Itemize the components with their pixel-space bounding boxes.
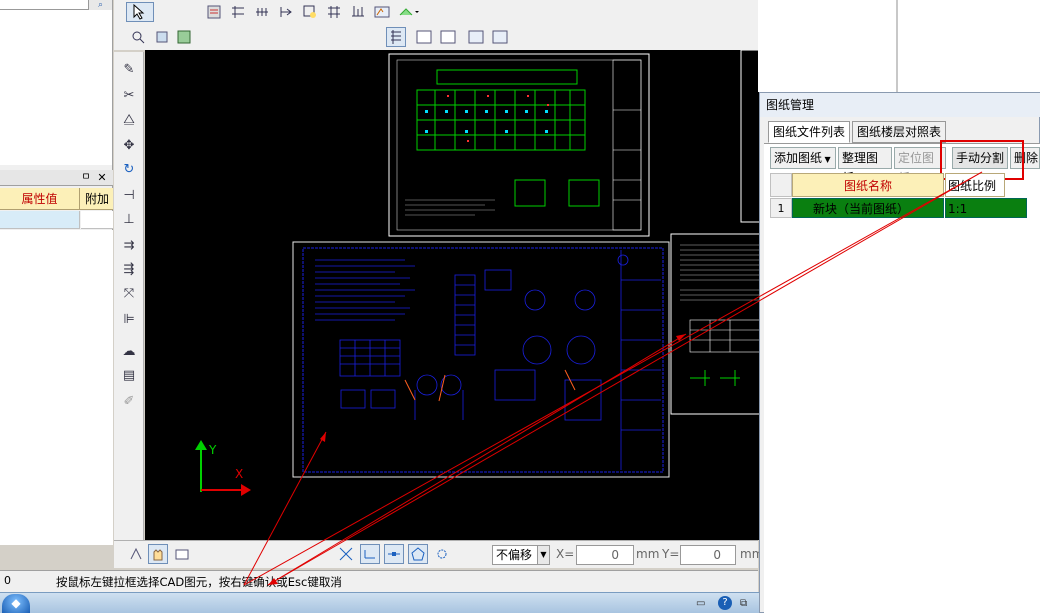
status-coord: 0	[4, 574, 11, 587]
cad-icon-3[interactable]	[466, 27, 486, 47]
tab-floor-map[interactable]: 图纸楼层对照表	[852, 121, 947, 143]
trim-icon[interactable]: ⊥	[118, 208, 140, 230]
extend-icon[interactable]: ⊣	[118, 184, 140, 206]
x-label: X=	[556, 547, 575, 561]
prop-row-extra[interactable]	[81, 211, 113, 229]
cloud-icon[interactable]: ☁	[118, 340, 140, 362]
pencil-icon[interactable]: ✎	[118, 58, 140, 80]
toolbar-icon-6[interactable]	[324, 2, 344, 22]
right-panel	[758, 0, 1040, 92]
ortho-icon[interactable]	[360, 544, 380, 564]
top-toolbar	[114, 0, 758, 50]
cad-icon-4[interactable]	[490, 27, 510, 47]
search-icon[interactable]: ⌕	[88, 0, 112, 10]
dialog-title: 图纸管理	[760, 93, 1040, 117]
scissors-icon[interactable]: ✂	[118, 84, 140, 106]
midpoint-icon[interactable]	[384, 544, 404, 564]
offset-icon[interactable]: ⇉	[118, 234, 140, 256]
organize-drawing-button[interactable]: 整理图纸	[838, 147, 892, 185]
close-icon[interactable]: ✕	[96, 172, 108, 184]
start-icon[interactable]: ◆	[2, 594, 30, 613]
offset-select-value: 不偏移	[496, 548, 533, 562]
toolbar-icon-5[interactable]	[300, 2, 320, 22]
grid-row-number: 1	[770, 198, 792, 218]
grid-cell-scale[interactable]: 1:1	[945, 198, 1027, 218]
scale-icon[interactable]	[172, 544, 192, 564]
prop-row-value[interactable]	[0, 211, 80, 229]
toolbar-icon-7[interactable]	[348, 2, 368, 22]
chevron-down-icon[interactable]: ▼	[537, 546, 549, 564]
axis-x-label: X	[235, 467, 243, 481]
chevron-down-icon[interactable]: ▼	[822, 155, 831, 164]
panel-divider	[896, 0, 898, 92]
prop-col-extra: 附加	[84, 192, 109, 206]
align-icon[interactable]: ⊫	[118, 308, 140, 330]
mirror-icon[interactable]: ⧋	[118, 108, 140, 130]
x-coordinate-input[interactable]: 0	[576, 545, 634, 565]
properties-body	[0, 230, 113, 545]
toolbar-icon-10[interactable]	[174, 27, 194, 47]
offset-select[interactable]: 不偏移 ▼	[492, 545, 550, 565]
document-icon[interactable]: ▤	[118, 364, 140, 386]
cad-canvas[interactable]: Y X	[145, 50, 759, 540]
grid-cell-name[interactable]: 新块（当前图纸）	[792, 198, 944, 218]
grid-snap-icon[interactable]	[432, 544, 452, 564]
toolbar-icon-9[interactable]	[152, 27, 172, 47]
toolbar-icon-3[interactable]	[252, 2, 272, 22]
break-icon[interactable]: ⤧	[118, 282, 140, 304]
snap-icon-1[interactable]	[126, 544, 146, 564]
toolbar-icon-8[interactable]	[128, 27, 148, 47]
edit-icon[interactable]: ✐	[118, 390, 140, 412]
tab-file-list[interactable]: 图纸文件列表	[768, 121, 851, 143]
help-icon[interactable]: ?	[718, 596, 732, 610]
toolbar-icon-4[interactable]	[276, 2, 296, 22]
cad-icon-1[interactable]	[414, 27, 434, 47]
grid-corner	[770, 173, 792, 197]
crosshair-icon[interactable]	[336, 544, 356, 564]
stretch-icon[interactable]: ⇶	[118, 258, 140, 280]
toolbar-icon-2[interactable]	[228, 2, 248, 22]
select-tool-button[interactable]	[126, 2, 154, 22]
move-icon[interactable]: ✥	[118, 134, 140, 156]
y-label: Y=	[662, 547, 680, 561]
x-unit: mm	[636, 547, 660, 561]
cad-drawing: Y X	[195, 50, 759, 496]
hand-icon[interactable]	[148, 544, 168, 564]
axis-y-label: Y	[208, 443, 217, 457]
pin-icon[interactable]: ㅁ	[80, 172, 92, 184]
cad-tool-icon[interactable]	[372, 2, 392, 22]
grid-header-scale[interactable]: 图纸比例	[945, 173, 1005, 197]
cursor-icon	[133, 4, 145, 20]
rotate-icon[interactable]: ↻	[118, 158, 140, 180]
layer-tool-dropdown[interactable]	[396, 2, 422, 22]
vertical-toolbar: ✎ ✂ ⧋ ✥ ↻ ⊣ ⊥ ⇉ ⇶ ⤧ ⊫ ☁ ▤ ✐	[114, 52, 144, 540]
snap-toolbar: 不偏移 ▼ X= 0 mm Y= 0 mm	[114, 540, 763, 568]
grid-header-name[interactable]: 图纸名称	[792, 173, 944, 197]
tree-view[interactable]	[0, 10, 112, 165]
tray-icon-1[interactable]: ▭	[696, 598, 710, 610]
restore-icon[interactable]: ⧉	[740, 598, 754, 610]
status-message: 按鼠标左键拉框选择CAD图元，按右键确认或Esc键取消	[56, 575, 342, 589]
prop-col-value: 属性值	[0, 188, 80, 210]
locate-drawing-button[interactable]: 定位图纸	[894, 147, 946, 185]
polygon-icon[interactable]	[408, 544, 428, 564]
toolbar-icon-1[interactable]	[204, 2, 224, 22]
add-drawing-label: 添加图纸	[774, 151, 823, 165]
y-coordinate-input[interactable]: 0	[680, 545, 736, 565]
add-drawing-button[interactable]: 添加图纸 ▼	[770, 147, 836, 169]
drawing-manager-button[interactable]	[386, 27, 406, 47]
cad-icon-2[interactable]	[438, 27, 458, 47]
